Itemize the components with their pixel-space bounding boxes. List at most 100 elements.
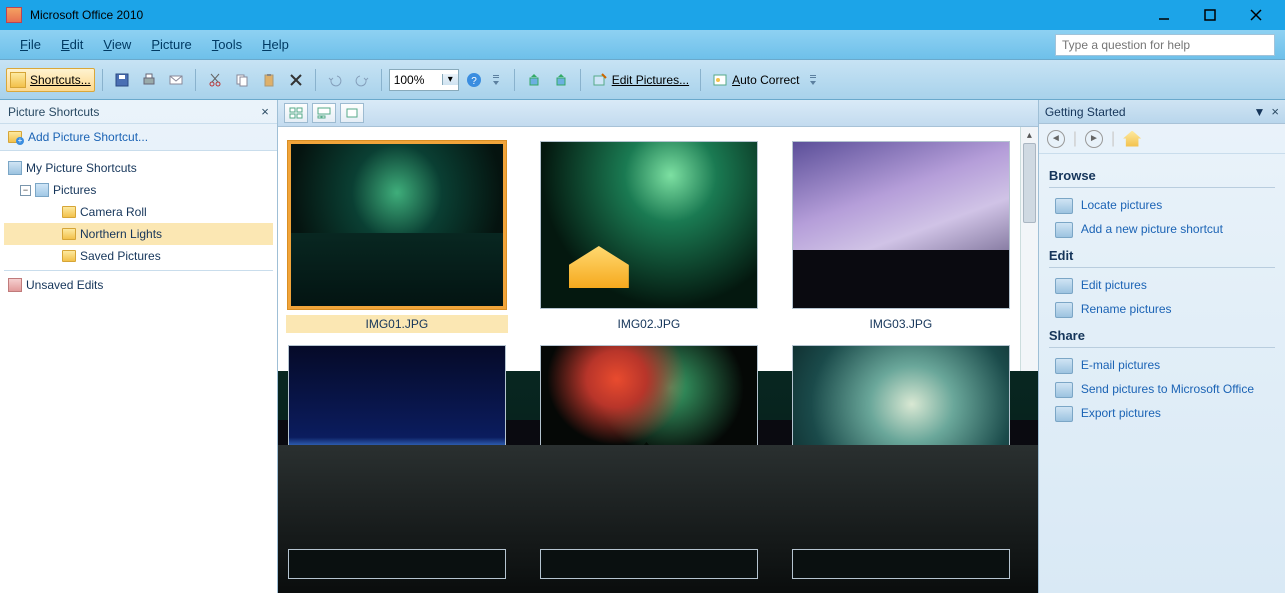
tree-folder[interactable]: Northern Lights — [4, 223, 273, 245]
undo-button[interactable] — [323, 68, 347, 92]
shortcuts-icon — [10, 72, 26, 88]
folder-icon — [62, 228, 76, 240]
link-label: Send pictures to Microsoft Office — [1081, 382, 1254, 398]
thumbnail-image — [792, 141, 1010, 309]
zoom-input[interactable] — [390, 73, 442, 87]
mail-icon — [168, 72, 184, 88]
redo-button[interactable] — [350, 68, 374, 92]
auto-correct-icon — [712, 72, 728, 88]
delete-button[interactable] — [284, 68, 308, 92]
menu-picture[interactable]: Picture — [141, 33, 201, 56]
share-link[interactable]: Send pictures to Microsoft Office — [1049, 378, 1275, 402]
thumbnail-caption: IMG01.JPG — [286, 315, 508, 333]
share-link[interactable]: E-mail pictures — [1049, 354, 1275, 378]
right-panel-close-button[interactable]: × — [1271, 104, 1279, 119]
print-button[interactable] — [137, 68, 161, 92]
save-button[interactable] — [110, 68, 134, 92]
scroll-up-icon[interactable]: ▴ — [1021, 127, 1037, 143]
menu-tools[interactable]: Tools — [202, 33, 252, 56]
thumbnail[interactable]: IMG03.JPG — [790, 141, 1012, 333]
shortcut-tree: My Picture Shortcuts − Pictures Camera R… — [0, 151, 277, 593]
browse-link[interactable]: Add a new picture shortcut — [1049, 218, 1275, 242]
print-icon — [141, 72, 157, 88]
mail-button[interactable] — [164, 68, 188, 92]
share-link[interactable]: Export pictures — [1049, 402, 1275, 426]
tree-pictures-node[interactable]: − Pictures — [4, 179, 273, 201]
view-thumbnails-button[interactable] — [284, 103, 308, 123]
unsaved-edits-node[interactable]: Unsaved Edits — [4, 274, 273, 296]
left-panel-close-button[interactable]: × — [261, 104, 269, 119]
thumbnail-image — [792, 345, 1010, 513]
browse-link[interactable]: Locate pictures — [1049, 194, 1275, 218]
maximize-icon — [1202, 7, 1218, 23]
view-single-button[interactable] — [340, 103, 364, 123]
task-pane-dropdown[interactable]: ▼ — [1254, 105, 1266, 119]
tree-folder[interactable]: Camera Roll — [4, 201, 273, 223]
rotate-right-button[interactable] — [549, 68, 573, 92]
unsaved-edits-icon — [8, 278, 22, 292]
thumbnail[interactable] — [286, 549, 508, 579]
menu-help[interactable]: Help — [252, 33, 299, 56]
filmstrip-icon — [317, 107, 331, 119]
auto-correct-button[interactable]: Auto Correct — [708, 68, 803, 92]
delete-icon — [288, 72, 304, 88]
nav-forward-button[interactable]: ► — [1085, 130, 1103, 148]
link-label: Rename pictures — [1081, 302, 1172, 318]
toolbar-overflow-2[interactable] — [808, 68, 818, 92]
zoom-combo[interactable]: ▾ — [389, 69, 459, 91]
edit-link[interactable]: Rename pictures — [1049, 298, 1275, 322]
thumbnail[interactable]: IMG02.JPG — [538, 141, 760, 333]
menu-bar: File Edit View Picture Tools Help — [0, 30, 1285, 60]
task-pane-body: Browse Locate picturesAdd a new picture … — [1039, 154, 1285, 434]
thumbnail-caption: IMG02.JPG — [538, 315, 760, 333]
shortcuts-label: Shortcuts... — [30, 73, 91, 87]
minimize-button[interactable] — [1141, 0, 1187, 30]
add-shortcut-label: Add Picture Shortcut... — [28, 130, 148, 144]
help-button[interactable]: ? — [462, 68, 486, 92]
cut-button[interactable] — [203, 68, 227, 92]
close-button[interactable] — [1233, 0, 1279, 30]
edit-pictures-button[interactable]: Edit Pictures... — [588, 68, 693, 92]
scroll-thumb[interactable] — [1023, 143, 1036, 223]
thumbnail[interactable] — [790, 549, 1012, 579]
menu-file[interactable]: File — [10, 33, 51, 56]
thumbnail[interactable] — [538, 549, 760, 579]
paste-icon — [261, 72, 277, 88]
nav-home-button[interactable] — [1123, 131, 1141, 147]
nav-back-button[interactable]: ◄ — [1047, 130, 1065, 148]
right-panel-header: Getting Started ▼ × — [1039, 100, 1285, 124]
link-label: Edit pictures — [1081, 278, 1147, 294]
add-picture-shortcut-link[interactable]: + Add Picture Shortcut... — [0, 124, 277, 151]
shortcuts-button[interactable]: Shortcuts... — [6, 68, 95, 92]
save-icon — [114, 72, 130, 88]
maximize-button[interactable] — [1187, 0, 1233, 30]
thumbnail[interactable]: IMG01.JPG — [286, 141, 508, 333]
paste-button[interactable] — [257, 68, 281, 92]
collapse-icon[interactable]: − — [20, 185, 31, 196]
menu-view[interactable]: View — [93, 33, 141, 56]
folder-label: Camera Roll — [80, 205, 147, 219]
folder-label: Northern Lights — [80, 227, 162, 241]
help-search-input[interactable] — [1055, 34, 1275, 56]
copy-button[interactable] — [230, 68, 254, 92]
copy-icon — [234, 72, 250, 88]
menu-edit[interactable]: Edit — [51, 33, 93, 56]
vertical-scrollbar[interactable]: ▴ ▾ — [1020, 127, 1038, 593]
redo-icon — [354, 72, 370, 88]
undo-icon — [327, 72, 343, 88]
view-filmstrip-button[interactable] — [312, 103, 336, 123]
zoom-dropdown-icon[interactable]: ▾ — [442, 74, 458, 85]
title-bar: Microsoft Office 2010 — [0, 0, 1285, 30]
thumbnail[interactable]: IMG06.JPG — [790, 345, 1012, 537]
tree-folder[interactable]: Saved Pictures — [4, 245, 273, 267]
link-icon — [1055, 278, 1073, 294]
toolbar-overflow[interactable] — [491, 68, 501, 92]
tree-root[interactable]: My Picture Shortcuts — [4, 157, 273, 179]
rotate-left-button[interactable] — [522, 68, 546, 92]
unsaved-edits-label: Unsaved Edits — [26, 278, 103, 292]
picture-shortcuts-panel: Picture Shortcuts × + Add Picture Shortc… — [0, 100, 278, 593]
edit-link[interactable]: Edit pictures — [1049, 274, 1275, 298]
thumbnail-caption: IMG06.JPG — [790, 519, 1012, 537]
my-shortcuts-icon — [8, 161, 22, 175]
link-label: Export pictures — [1081, 406, 1161, 422]
